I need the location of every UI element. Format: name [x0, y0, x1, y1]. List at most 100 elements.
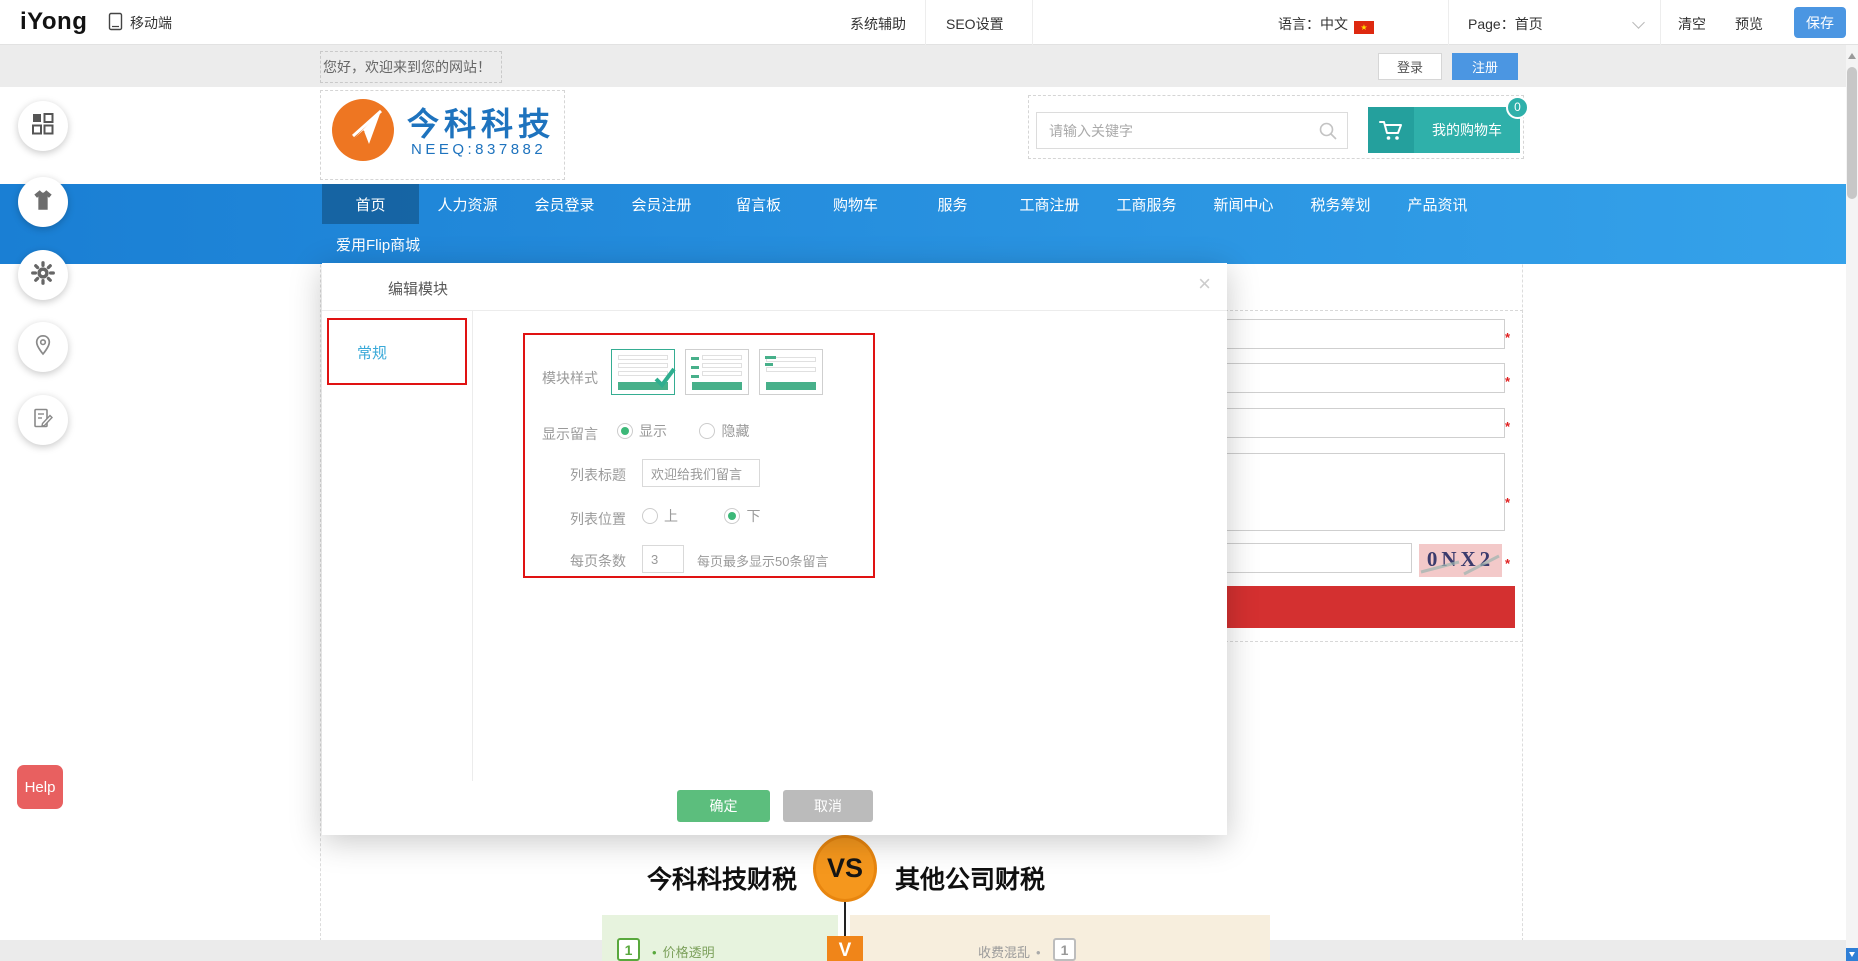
- preview-button[interactable]: 预览: [1735, 14, 1763, 34]
- scroll-down-button[interactable]: [1846, 948, 1858, 961]
- left-item-text: •价格透明: [652, 942, 715, 961]
- divider: [1448, 0, 1449, 45]
- login-button[interactable]: 登录: [1378, 53, 1442, 80]
- gear-icon: [30, 260, 56, 291]
- bullet-icon: •: [652, 945, 657, 960]
- dialog-title: 编辑模块: [388, 278, 448, 299]
- nav-item-news-center[interactable]: 新闻中心: [1195, 184, 1292, 224]
- radio-position-bottom[interactable]: [724, 508, 740, 524]
- nav-item-business-services[interactable]: 工商服务: [1098, 184, 1195, 224]
- nav-item-product-info[interactable]: 产品资讯: [1389, 184, 1486, 224]
- site-logo-title: 今科科技: [407, 99, 555, 145]
- site-logo-neeq: NEEQ:837882: [411, 141, 546, 158]
- system-help-link[interactable]: 系统辅助: [850, 14, 906, 34]
- logo-arrow-icon: [331, 98, 395, 162]
- nav-row-1: 首页 人力资源 会员登录 会员注册 留言板 购物车 服务 工商注册 工商服务 新…: [322, 184, 1486, 224]
- style-option-1[interactable]: [611, 349, 675, 395]
- per-page-input[interactable]: [642, 545, 684, 573]
- chevron-down-icon: [1632, 16, 1645, 29]
- search-input[interactable]: [1037, 113, 1347, 148]
- style-option-3[interactable]: [759, 349, 823, 395]
- page-selector-dropdown[interactable]: Page：首页: [1468, 14, 1643, 34]
- comparison-right-panel: 收费混乱• 1: [850, 915, 1270, 961]
- cancel-button[interactable]: 取消: [783, 790, 873, 822]
- required-mark: *: [1505, 495, 1510, 510]
- search-icon[interactable]: [1317, 120, 1339, 147]
- china-flag-icon: ★: [1354, 21, 1374, 34]
- vs-small-badge: V: [827, 936, 863, 961]
- divider: [925, 0, 926, 45]
- language-selector[interactable]: 语言：中文 ★: [1278, 14, 1374, 34]
- thumb-dash: [765, 356, 776, 359]
- nav-item-business-register[interactable]: 工商注册: [1001, 184, 1098, 224]
- tool-settings-button[interactable]: [18, 250, 68, 300]
- thumb-dash: [691, 375, 699, 378]
- screen: iYong 移动端 系统辅助 SEO设置 语言：中文★ Page：首页 清空 预…: [0, 0, 1858, 961]
- tshirt-icon: [30, 187, 56, 218]
- captcha-image[interactable]: 0NX2: [1419, 544, 1502, 577]
- nav-item-message-board[interactable]: 留言板: [710, 184, 807, 224]
- nav-item-cart[interactable]: 购物车: [807, 184, 904, 224]
- mobile-view-toggle[interactable]: 移动端: [108, 12, 172, 34]
- layout-grid-icon: [31, 112, 55, 141]
- confirm-button[interactable]: 确定: [677, 790, 770, 822]
- comparison-left-title: 今科科技财税: [612, 860, 832, 896]
- save-button[interactable]: 保存: [1794, 7, 1846, 38]
- thumb-bar: [766, 367, 816, 372]
- edit-document-icon: [31, 406, 55, 435]
- nav-item-services[interactable]: 服务: [904, 184, 1001, 224]
- style-option-2[interactable]: [685, 349, 749, 395]
- settings-highlight-box: 模块样式: [523, 333, 875, 578]
- radio-hide[interactable]: [699, 423, 715, 439]
- close-icon[interactable]: ×: [1198, 273, 1211, 295]
- nav-row-2: 爱用Flip商城: [322, 224, 434, 264]
- clear-button[interactable]: 清空: [1678, 14, 1706, 34]
- thumb-dash: [765, 363, 773, 366]
- tool-location-button[interactable]: [18, 322, 68, 372]
- edit-module-dialog: 编辑模块 × 常规 模块样式: [322, 263, 1227, 835]
- list-position-label: 列表位置: [570, 509, 626, 529]
- help-button[interactable]: Help: [17, 765, 63, 809]
- show-message-label: 显示留言: [542, 424, 598, 444]
- radio-show-label: 显示: [639, 423, 667, 439]
- required-mark: *: [1505, 330, 1510, 345]
- list-title-input[interactable]: [642, 459, 760, 487]
- thumb-bar: [702, 355, 742, 360]
- builder-topbar: iYong 移动端 系统辅助 SEO设置 语言：中文★ Page：首页 清空 预…: [0, 0, 1858, 45]
- radio-position-top[interactable]: [642, 508, 658, 524]
- seo-settings-link[interactable]: SEO设置: [946, 14, 1004, 34]
- list-title-label: 列表标题: [570, 465, 626, 485]
- thumb-footer-bar: [692, 382, 742, 390]
- bullet-icon: •: [1036, 945, 1041, 960]
- radio-top-label: 上: [664, 508, 678, 524]
- scrollbar[interactable]: [1846, 45, 1858, 961]
- required-mark: *: [1505, 419, 1510, 434]
- nav-item-flip-mall[interactable]: 爱用Flip商城: [322, 224, 434, 264]
- cart-count-badge: 0: [1506, 96, 1529, 119]
- module-style-label: 模块样式: [542, 368, 598, 388]
- per-page-hint: 每页最多显示50条留言: [697, 551, 828, 570]
- tool-layout-button[interactable]: [18, 101, 68, 151]
- tab-general[interactable]: 常规: [357, 342, 387, 363]
- tool-shop-button[interactable]: [18, 177, 68, 227]
- thumb-bar: [702, 363, 742, 368]
- divider: [472, 311, 473, 781]
- vs-badge: VS: [813, 835, 877, 902]
- nav-item-tax-planning[interactable]: 税务筹划: [1292, 184, 1389, 224]
- divider: [1032, 0, 1033, 45]
- dialog-header: 编辑模块 ×: [322, 263, 1227, 311]
- scrollbar-thumb[interactable]: [1847, 67, 1857, 199]
- register-button[interactable]: 注册: [1452, 53, 1518, 80]
- radio-show[interactable]: [617, 423, 633, 439]
- nav-item-member-login[interactable]: 会员登录: [516, 184, 613, 224]
- nav-item-home[interactable]: 首页: [322, 184, 419, 224]
- comparison-left-panel: 1 •价格透明: [602, 915, 838, 961]
- site-logo-module[interactable]: 今科科技 NEEQ:837882: [320, 90, 565, 180]
- tool-edit-button[interactable]: [18, 395, 68, 445]
- scroll-up-arrow-icon[interactable]: [1848, 53, 1856, 59]
- required-mark: *: [1505, 374, 1510, 389]
- language-label: 语言：中文: [1278, 16, 1348, 32]
- nav-item-member-register[interactable]: 会员注册: [613, 184, 710, 224]
- my-cart-button[interactable]: 我的购物车 0: [1368, 107, 1520, 153]
- nav-item-hr[interactable]: 人力资源: [419, 184, 516, 224]
